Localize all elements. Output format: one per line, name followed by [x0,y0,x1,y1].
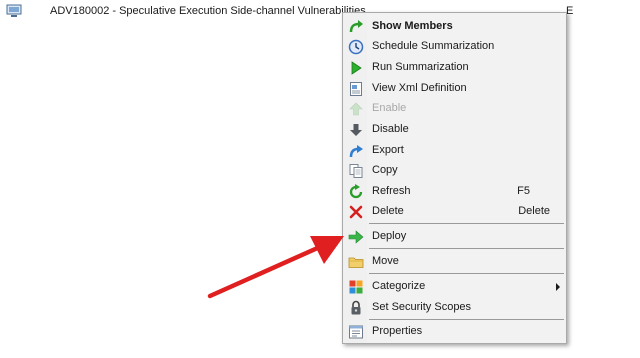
red-annotation-arrow-icon [207,236,344,299]
context-menu: Show Members Schedule Summarization Run … [342,12,567,344]
menu-item-view-xml-definition[interactable]: View Xml Definition [345,79,566,99]
menu-item-enable[interactable]: Enable [345,99,566,119]
menu-item-copy[interactable]: Copy [345,161,566,181]
menu-item-properties[interactable]: Properties [345,322,566,342]
menu-separator [369,248,564,249]
menu-item-label: Categorize [372,280,426,292]
menu-item-schedule-summarization[interactable]: Schedule Summarization [345,37,566,57]
down-arrow-icon [350,124,362,136]
export-arrow-icon [349,145,363,158]
xml-document-icon [350,82,362,96]
menu-item-label: View Xml Definition [372,82,467,94]
menu-item-label: Refresh [372,185,411,197]
menu-item-label: Move [372,255,399,267]
menu-item-label: Delete [372,205,404,217]
menu-separator [369,273,564,274]
menu-item-move[interactable]: Move [345,252,566,272]
menu-item-label: Deploy [372,230,407,242]
shortcut-f5: F5 [517,185,530,197]
menu-item-label: Disable [372,123,409,135]
menu-item-label: Run Summarization [372,61,469,73]
menu-item-show-members[interactable]: Show Members [345,17,566,37]
menu-item-label: Copy [372,164,398,176]
menu-item-label: Show Members [372,20,453,32]
menu-item-set-security-scopes[interactable]: Set Security Scopes [345,298,566,318]
software-update-icon [6,4,22,17]
shortcut-delete: Delete [518,205,550,217]
menu-item-label: Schedule Summarization [372,40,495,52]
menu-separator [369,319,564,320]
clipped-column-text: E [566,5,574,17]
red-x-icon [349,205,363,219]
clock-icon [348,39,364,55]
green-curved-arrow-icon [349,20,363,33]
menu-item-disable[interactable]: Disable [345,120,566,140]
menu-item-label: Properties [372,325,423,337]
lock-icon [351,300,361,315]
green-play-icon [351,61,362,75]
menu-item-categorize[interactable]: Categorize [345,277,566,297]
menu-item-label: Export [372,144,404,156]
up-arrow-icon [349,102,363,116]
green-right-arrow-icon [348,230,364,244]
submenu-arrow-icon [556,283,560,291]
menu-separator [369,223,564,224]
menu-item-export[interactable]: Export [345,141,566,161]
menu-item-label: Enable [372,102,407,114]
update-title: ADV180002 - Speculative Execution Side-c… [50,5,366,17]
copy-icon [349,164,363,178]
menu-item-label: Set Security Scopes [372,301,472,313]
folder-icon [348,257,364,268]
color-grid-icon [349,280,363,294]
refresh-icon [349,184,363,199]
menu-item-delete[interactable]: Delete Delete [345,202,566,222]
menu-item-refresh[interactable]: Refresh F5 [345,182,566,202]
properties-icon [349,325,363,339]
menu-item-deploy[interactable]: Deploy [345,227,566,247]
menu-item-run-summarization[interactable]: Run Summarization [345,58,566,78]
